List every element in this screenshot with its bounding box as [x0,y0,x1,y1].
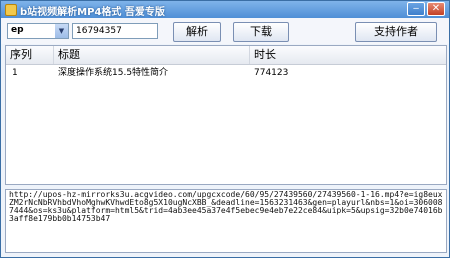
column-header-duration[interactable]: 时长 [250,46,446,64]
video-list[interactable]: 序列 标题 时长 1 深度操作系统15.5特性简介 774123 [5,45,447,185]
main-window: b站视频解析MP4格式 吾爱专版 ‒ ✕ ep ▼ 解析 下载 支持作者 序列 … [0,0,450,258]
app-icon [5,4,17,16]
minimize-icon: ‒ [412,3,420,14]
minimize-button[interactable]: ‒ [407,2,425,16]
download-button[interactable]: 下载 [233,22,289,42]
table-row[interactable]: 1 深度操作系统15.5特性简介 774123 [6,66,446,80]
column-header-index[interactable]: 序列 [6,46,54,64]
video-id-input[interactable] [72,23,158,39]
chevron-down-icon[interactable]: ▼ [55,24,68,38]
row-title: 深度操作系统15.5特性简介 [58,68,169,78]
support-author-button[interactable]: 支持作者 [355,22,437,42]
prefix-select-value: ep [11,25,24,35]
parse-button[interactable]: 解析 [173,22,221,42]
output-textbox[interactable]: http://upos-hz-mirrorks3u.acgvideo.com/u… [5,189,447,253]
toolbar: ep ▼ 解析 下载 支持作者 [1,18,449,44]
row-index: 1 [12,68,18,78]
title-bar[interactable]: b站视频解析MP4格式 吾爱专版 ‒ ✕ [1,1,449,18]
column-header-title[interactable]: 标题 [54,46,250,64]
window-title: b站视频解析MP4格式 吾爱专版 [20,7,165,18]
list-header: 序列 标题 时长 [6,46,446,65]
close-button[interactable]: ✕ [427,2,445,16]
prefix-select[interactable]: ep ▼ [7,23,69,39]
close-icon: ✕ [431,3,441,14]
row-duration: 774123 [254,68,289,78]
